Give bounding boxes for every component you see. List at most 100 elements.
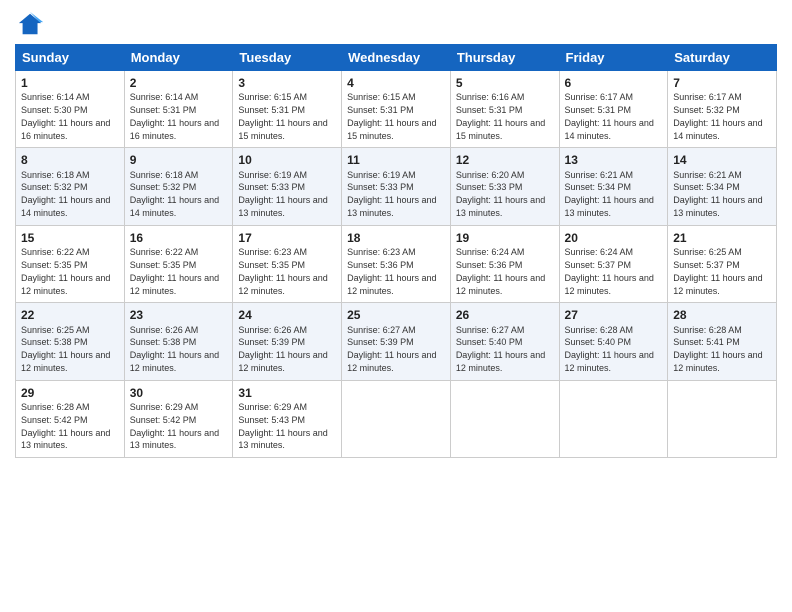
calendar-day-cell: 14Sunrise: 6:21 AMSunset: 5:34 PMDayligh… — [668, 148, 777, 225]
day-info: Sunrise: 6:14 AMSunset: 5:30 PMDaylight:… — [21, 92, 110, 140]
calendar-day-cell: 31Sunrise: 6:29 AMSunset: 5:43 PMDayligh… — [233, 380, 342, 457]
day-info: Sunrise: 6:25 AMSunset: 5:37 PMDaylight:… — [673, 247, 762, 295]
day-info: Sunrise: 6:14 AMSunset: 5:31 PMDaylight:… — [130, 92, 219, 140]
calendar-day-header: Saturday — [668, 45, 777, 71]
day-number: 1 — [21, 75, 119, 91]
day-info: Sunrise: 6:23 AMSunset: 5:35 PMDaylight:… — [238, 247, 327, 295]
day-number: 30 — [130, 385, 228, 401]
calendar-day-cell — [342, 380, 451, 457]
day-info: Sunrise: 6:29 AMSunset: 5:42 PMDaylight:… — [130, 402, 219, 450]
day-info: Sunrise: 6:21 AMSunset: 5:34 PMDaylight:… — [673, 170, 762, 218]
day-number: 23 — [130, 307, 228, 323]
calendar-day-cell — [668, 380, 777, 457]
calendar-day-header: Thursday — [450, 45, 559, 71]
calendar-day-cell: 30Sunrise: 6:29 AMSunset: 5:42 PMDayligh… — [124, 380, 233, 457]
calendar-week-row: 22 Sunrise: 6:25 AMSunset: 5:38 PMDayligh… — [16, 303, 777, 380]
calendar-day-header: Wednesday — [342, 45, 451, 71]
calendar-day-header: Monday — [124, 45, 233, 71]
day-info: Sunrise: 6:24 AMSunset: 5:37 PMDaylight:… — [565, 247, 654, 295]
day-info: Sunrise: 6:21 AMSunset: 5:34 PMDaylight:… — [565, 170, 654, 218]
day-number: 5 — [456, 75, 554, 91]
day-info: Sunrise: 6:26 AMSunset: 5:38 PMDaylight:… — [130, 325, 219, 373]
day-number: 18 — [347, 230, 445, 246]
calendar-header-row: SundayMondayTuesdayWednesdayThursdayFrid… — [16, 45, 777, 71]
calendar-day-header: Friday — [559, 45, 668, 71]
day-info: Sunrise: 6:29 AMSunset: 5:43 PMDaylight:… — [238, 402, 327, 450]
calendar-day-cell: 16Sunrise: 6:22 AMSunset: 5:35 PMDayligh… — [124, 225, 233, 302]
calendar-day-cell: 3Sunrise: 6:15 AMSunset: 5:31 PMDaylight… — [233, 71, 342, 148]
day-info: Sunrise: 6:28 AMSunset: 5:40 PMDaylight:… — [565, 325, 654, 373]
calendar-week-row: 15Sunrise: 6:22 AMSunset: 5:35 PMDayligh… — [16, 225, 777, 302]
calendar-day-cell: 19Sunrise: 6:24 AMSunset: 5:36 PMDayligh… — [450, 225, 559, 302]
calendar-day-cell: 4Sunrise: 6:15 AMSunset: 5:31 PMDaylight… — [342, 71, 451, 148]
day-number: 10 — [238, 152, 336, 168]
calendar-table: SundayMondayTuesdayWednesdayThursdayFrid… — [15, 44, 777, 458]
logo-icon — [17, 10, 45, 38]
calendar-day-cell: 25 Sunrise: 6:27 AMSunset: 5:39 PMDayligh… — [342, 303, 451, 380]
calendar-day-cell — [559, 380, 668, 457]
calendar-day-cell: 18Sunrise: 6:23 AMSunset: 5:36 PMDayligh… — [342, 225, 451, 302]
day-number: 20 — [565, 230, 663, 246]
day-number: 16 — [130, 230, 228, 246]
day-number: 11 — [347, 152, 445, 168]
day-number: 2 — [130, 75, 228, 91]
day-info: Sunrise: 6:27 AMSunset: 5:39 PMDaylight:… — [347, 325, 436, 373]
day-number: 29 — [21, 385, 119, 401]
calendar-day-cell: 17Sunrise: 6:23 AMSunset: 5:35 PMDayligh… — [233, 225, 342, 302]
calendar-day-cell: 1Sunrise: 6:14 AMSunset: 5:30 PMDaylight… — [16, 71, 125, 148]
day-number: 4 — [347, 75, 445, 91]
day-info: Sunrise: 6:28 AMSunset: 5:42 PMDaylight:… — [21, 402, 110, 450]
calendar-day-cell: 10Sunrise: 6:19 AMSunset: 5:33 PMDayligh… — [233, 148, 342, 225]
day-info: Sunrise: 6:25 AMSunset: 5:38 PMDaylight:… — [21, 325, 110, 373]
calendar-day-cell: 23 Sunrise: 6:26 AMSunset: 5:38 PMDayligh… — [124, 303, 233, 380]
day-number: 9 — [130, 152, 228, 168]
day-number: 26 — [456, 307, 554, 323]
day-info: Sunrise: 6:19 AMSunset: 5:33 PMDaylight:… — [347, 170, 436, 218]
calendar-day-cell — [450, 380, 559, 457]
page: SundayMondayTuesdayWednesdayThursdayFrid… — [0, 0, 792, 612]
day-number: 3 — [238, 75, 336, 91]
day-number: 22 — [21, 307, 119, 323]
calendar-day-cell: 28 Sunrise: 6:28 AMSunset: 5:41 PMDayligh… — [668, 303, 777, 380]
day-number: 13 — [565, 152, 663, 168]
calendar-day-cell: 12 Sunrise: 6:20 AMSunset: 5:33 PMDayligh… — [450, 148, 559, 225]
day-info: Sunrise: 6:17 AMSunset: 5:31 PMDaylight:… — [565, 92, 654, 140]
calendar-day-cell: 24 Sunrise: 6:26 AMSunset: 5:39 PMDayligh… — [233, 303, 342, 380]
day-info: Sunrise: 6:16 AMSunset: 5:31 PMDaylight:… — [456, 92, 545, 140]
calendar-day-cell: 20Sunrise: 6:24 AMSunset: 5:37 PMDayligh… — [559, 225, 668, 302]
day-number: 12 — [456, 152, 554, 168]
calendar-day-cell: 27Sunrise: 6:28 AMSunset: 5:40 PMDayligh… — [559, 303, 668, 380]
calendar-day-cell: 8Sunrise: 6:18 AMSunset: 5:32 PMDaylight… — [16, 148, 125, 225]
day-info: Sunrise: 6:22 AMSunset: 5:35 PMDaylight:… — [21, 247, 110, 295]
calendar-day-cell: 7Sunrise: 6:17 AMSunset: 5:32 PMDaylight… — [668, 71, 777, 148]
header — [15, 10, 777, 38]
day-info: Sunrise: 6:23 AMSunset: 5:36 PMDaylight:… — [347, 247, 436, 295]
day-info: Sunrise: 6:17 AMSunset: 5:32 PMDaylight:… — [673, 92, 762, 140]
calendar-day-cell: 6Sunrise: 6:17 AMSunset: 5:31 PMDaylight… — [559, 71, 668, 148]
calendar-day-cell: 29Sunrise: 6:28 AMSunset: 5:42 PMDayligh… — [16, 380, 125, 457]
day-info: Sunrise: 6:15 AMSunset: 5:31 PMDaylight:… — [238, 92, 327, 140]
day-number: 24 — [238, 307, 336, 323]
day-info: Sunrise: 6:26 AMSunset: 5:39 PMDaylight:… — [238, 325, 327, 373]
day-info: Sunrise: 6:28 AMSunset: 5:41 PMDaylight:… — [673, 325, 762, 373]
calendar-week-row: 29Sunrise: 6:28 AMSunset: 5:42 PMDayligh… — [16, 380, 777, 457]
day-info: Sunrise: 6:20 AMSunset: 5:33 PMDaylight:… — [456, 170, 545, 218]
day-number: 15 — [21, 230, 119, 246]
day-number: 6 — [565, 75, 663, 91]
day-info: Sunrise: 6:15 AMSunset: 5:31 PMDaylight:… — [347, 92, 436, 140]
day-number: 25 — [347, 307, 445, 323]
day-number: 28 — [673, 307, 771, 323]
calendar-day-cell: 15Sunrise: 6:22 AMSunset: 5:35 PMDayligh… — [16, 225, 125, 302]
calendar-day-cell: 5Sunrise: 6:16 AMSunset: 5:31 PMDaylight… — [450, 71, 559, 148]
calendar-day-cell: 21Sunrise: 6:25 AMSunset: 5:37 PMDayligh… — [668, 225, 777, 302]
calendar-week-row: 8Sunrise: 6:18 AMSunset: 5:32 PMDaylight… — [16, 148, 777, 225]
day-number: 21 — [673, 230, 771, 246]
calendar-day-cell: 22 Sunrise: 6:25 AMSunset: 5:38 PMDayligh… — [16, 303, 125, 380]
calendar-day-cell: 2Sunrise: 6:14 AMSunset: 5:31 PMDaylight… — [124, 71, 233, 148]
calendar-day-header: Tuesday — [233, 45, 342, 71]
day-info: Sunrise: 6:18 AMSunset: 5:32 PMDaylight:… — [130, 170, 219, 218]
day-info: Sunrise: 6:24 AMSunset: 5:36 PMDaylight:… — [456, 247, 545, 295]
calendar-day-cell: 11 Sunrise: 6:19 AMSunset: 5:33 PMDayligh… — [342, 148, 451, 225]
day-number: 31 — [238, 385, 336, 401]
calendar-day-cell: 9 Sunrise: 6:18 AMSunset: 5:32 PMDaylight… — [124, 148, 233, 225]
